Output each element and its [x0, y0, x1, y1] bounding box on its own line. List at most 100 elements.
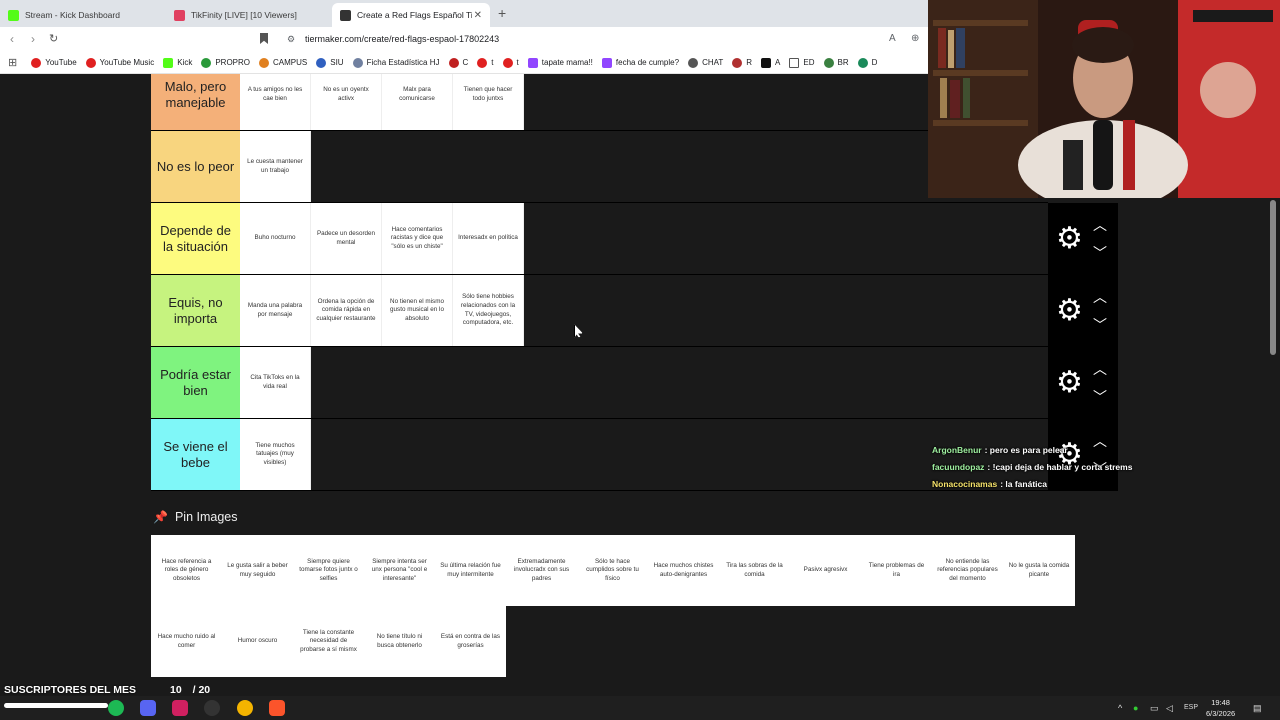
bookmark-propro[interactable]: PROPRO [201, 57, 250, 68]
move-up-icon[interactable]: ︿ [1093, 287, 1107, 307]
chrome-icon[interactable] [237, 700, 253, 716]
bookmark-chat[interactable]: CHAT [688, 57, 723, 68]
bookmark-siu[interactable]: SIU [316, 57, 344, 68]
bookmark-r[interactable]: R [732, 57, 752, 68]
page-scrollbar[interactable] [1270, 200, 1276, 355]
volume-icon[interactable]: ◁ [1166, 703, 1173, 714]
tier-item[interactable]: Hace comentarios racistas y dice que "só… [382, 203, 453, 274]
bookmark-youtube[interactable]: YouTube [31, 57, 77, 68]
tier-item[interactable]: Ordena la opción de comida rápida en cua… [311, 275, 382, 346]
gear-icon[interactable]: ⚙ [1056, 224, 1083, 254]
bookmark-c[interactable]: C [448, 57, 468, 68]
brave-icon[interactable] [269, 700, 285, 716]
pin-item[interactable]: Le gusta salir a beber muy seguido [222, 535, 293, 606]
tier-item[interactable]: Cita TikToks en la vida real [240, 347, 311, 418]
tier-item[interactable]: A tus amigos no les cae bien [240, 74, 311, 130]
tier-item[interactable]: Padece un desorden mental [311, 203, 382, 274]
pin-item[interactable]: Tira las sobras de la comida [719, 535, 790, 606]
obs-icon[interactable] [204, 700, 220, 716]
tab-tikfinity[interactable]: TikFinity [LIVE] [10 Viewers] [166, 3, 330, 27]
move-down-icon[interactable]: ﹀ [1093, 315, 1107, 335]
tier-item[interactable]: Buho nocturno [240, 203, 311, 274]
tier-item[interactable]: Malx para comunicarse [382, 74, 453, 130]
translate-icon[interactable]: A [889, 33, 896, 44]
tray-chevron-icon[interactable]: ^ [1118, 703, 1122, 713]
move-down-icon[interactable]: ﹀ [1093, 243, 1107, 263]
spotify-icon[interactable] [108, 700, 124, 716]
reload-icon[interactable]: ↻ [49, 32, 58, 45]
tier-item[interactable]: Tiene muchos tatuajes (muy visibles) [240, 419, 311, 490]
tier-label: Podría estar bien [151, 347, 240, 418]
zoom-icon[interactable]: ⊕ [911, 33, 919, 44]
bookmark-icon[interactable] [260, 33, 268, 44]
move-up-icon[interactable]: ︿ [1093, 215, 1107, 235]
discord-icon[interactable] [140, 700, 156, 716]
close-tab-icon[interactable]: ✕ [474, 10, 482, 21]
bookmark-ed[interactable]: ED [789, 57, 815, 68]
gear-icon[interactable]: ⚙ [1056, 296, 1083, 326]
bookmark-d[interactable]: D [857, 57, 877, 68]
tier-item[interactable]: Tienen que hacer todo juntxs [453, 74, 524, 130]
pin-item[interactable]: Extremadamente involucradx con sus padre… [506, 535, 577, 606]
folder-icon [789, 57, 800, 68]
tier-item[interactable]: Sólo tiene hobbies relacionados con la T… [453, 275, 524, 346]
pin-item[interactable]: Siempre quiere tomarse fotos juntx o sel… [293, 535, 364, 606]
bookmark-youtube-music[interactable]: YouTube Music [85, 57, 154, 68]
bookmark-fecha[interactable]: fecha de cumple? [601, 57, 679, 68]
pin-item[interactable]: Tiene la constante necesidad de probarse… [293, 606, 364, 677]
bookmark-ficha[interactable]: Ficha Estadística HJ [352, 57, 440, 68]
bookmark-t2[interactable]: t [502, 57, 519, 68]
network-icon[interactable]: ▭ [1150, 703, 1159, 714]
new-tab-button[interactable]: + [498, 5, 506, 21]
bookmark-campus[interactable]: CAMPUS [259, 57, 307, 68]
pin-item[interactable]: Hace mucho ruido al comer [151, 606, 222, 677]
bookmark-t1[interactable]: t [477, 57, 494, 68]
tier-item[interactable]: No tienen el mismo gusto musical en lo a… [382, 275, 453, 346]
pin-item[interactable]: No entiende las referencias populares de… [932, 535, 1003, 606]
twitch-icon [527, 57, 538, 68]
tab-tiermaker[interactable]: Create a Red Flags Español Tier ✕ [332, 3, 490, 27]
tier-item[interactable]: Manda una palabra por mensaje [240, 275, 311, 346]
tray-app-icon[interactable]: ● [1133, 703, 1138, 713]
x-icon [761, 57, 772, 68]
pin-item[interactable]: Su última relación fue muy intermitente [435, 535, 506, 606]
pin-item[interactable]: Hace referencia a roles de género obsole… [151, 535, 222, 606]
tiktok-icon[interactable] [172, 700, 188, 716]
chat-message: facuundopaz : !capi deja de hablar y cor… [928, 458, 1280, 475]
url-field[interactable]: tiermaker.com/create/red-flags-espaol-17… [305, 34, 499, 44]
taskbar-clock[interactable]: 19:48 6/3/2026 [1206, 697, 1235, 719]
pin-item[interactable]: No le gusta la comida picante [1003, 535, 1075, 606]
pin-item[interactable]: Pasivx agresivx [790, 535, 861, 606]
move-down-icon[interactable]: ﹀ [1093, 387, 1107, 407]
address-bar-row: ‹ › ↻ ⚙ tiermaker.com/create/red-flags-e… [0, 27, 928, 52]
globe-icon [823, 57, 834, 68]
back-icon[interactable]: ‹ [10, 32, 14, 46]
forward-icon[interactable]: › [31, 32, 35, 46]
language-indicator[interactable]: ESP [1184, 704, 1198, 711]
row-controls: ⚙ ︿ ﹀ [1048, 347, 1118, 419]
tier-row-bebe: Se viene el bebe Tiene muchos tatuajes (… [151, 419, 1048, 491]
pin-item[interactable]: Siempre intenta ser unx persona "cool e … [364, 535, 435, 606]
notifications-icon[interactable]: ▤ [1253, 703, 1262, 714]
row-controls: ⚙ ︿ ﹀ [1048, 275, 1118, 347]
move-up-icon[interactable]: ︿ [1093, 359, 1107, 379]
pin-item[interactable]: Tiene problemas de ira [861, 535, 932, 606]
pin-item[interactable]: Hace muchos chistes auto-denigrantes [648, 535, 719, 606]
bookmark-a[interactable]: A [761, 57, 780, 68]
pin-item[interactable]: Humor oscuro [222, 606, 293, 677]
bookmark-tapate[interactable]: tapate mama!! [527, 57, 593, 68]
tier-item[interactable]: Interesadx en política [453, 203, 524, 274]
apps-grid-icon[interactable]: ⊞ [8, 56, 17, 69]
chat-message: ArgonBenur : pero es para pelear [928, 441, 1280, 458]
pin-item[interactable]: Está en contra de las groserías [435, 606, 506, 677]
tier-item[interactable]: No es un oyentx activx [311, 74, 382, 130]
gear-icon[interactable]: ⚙ [1056, 368, 1083, 398]
pin-item[interactable]: No tiene título ni busca obtenerlo [364, 606, 435, 677]
tier-item[interactable]: Le cuesta mantener un trabajo [240, 131, 311, 202]
site-info-icon[interactable]: ⚙ [287, 34, 295, 45]
tier-label: Equis, no importa [151, 275, 240, 346]
pin-item[interactable]: Sólo te hace cumplidos sobre tu físico [577, 535, 648, 606]
bookmark-br[interactable]: BR [823, 57, 849, 68]
tab-kick-dashboard[interactable]: Stream - Kick Dashboard [0, 3, 164, 27]
bookmark-kick[interactable]: Kick [163, 57, 192, 68]
